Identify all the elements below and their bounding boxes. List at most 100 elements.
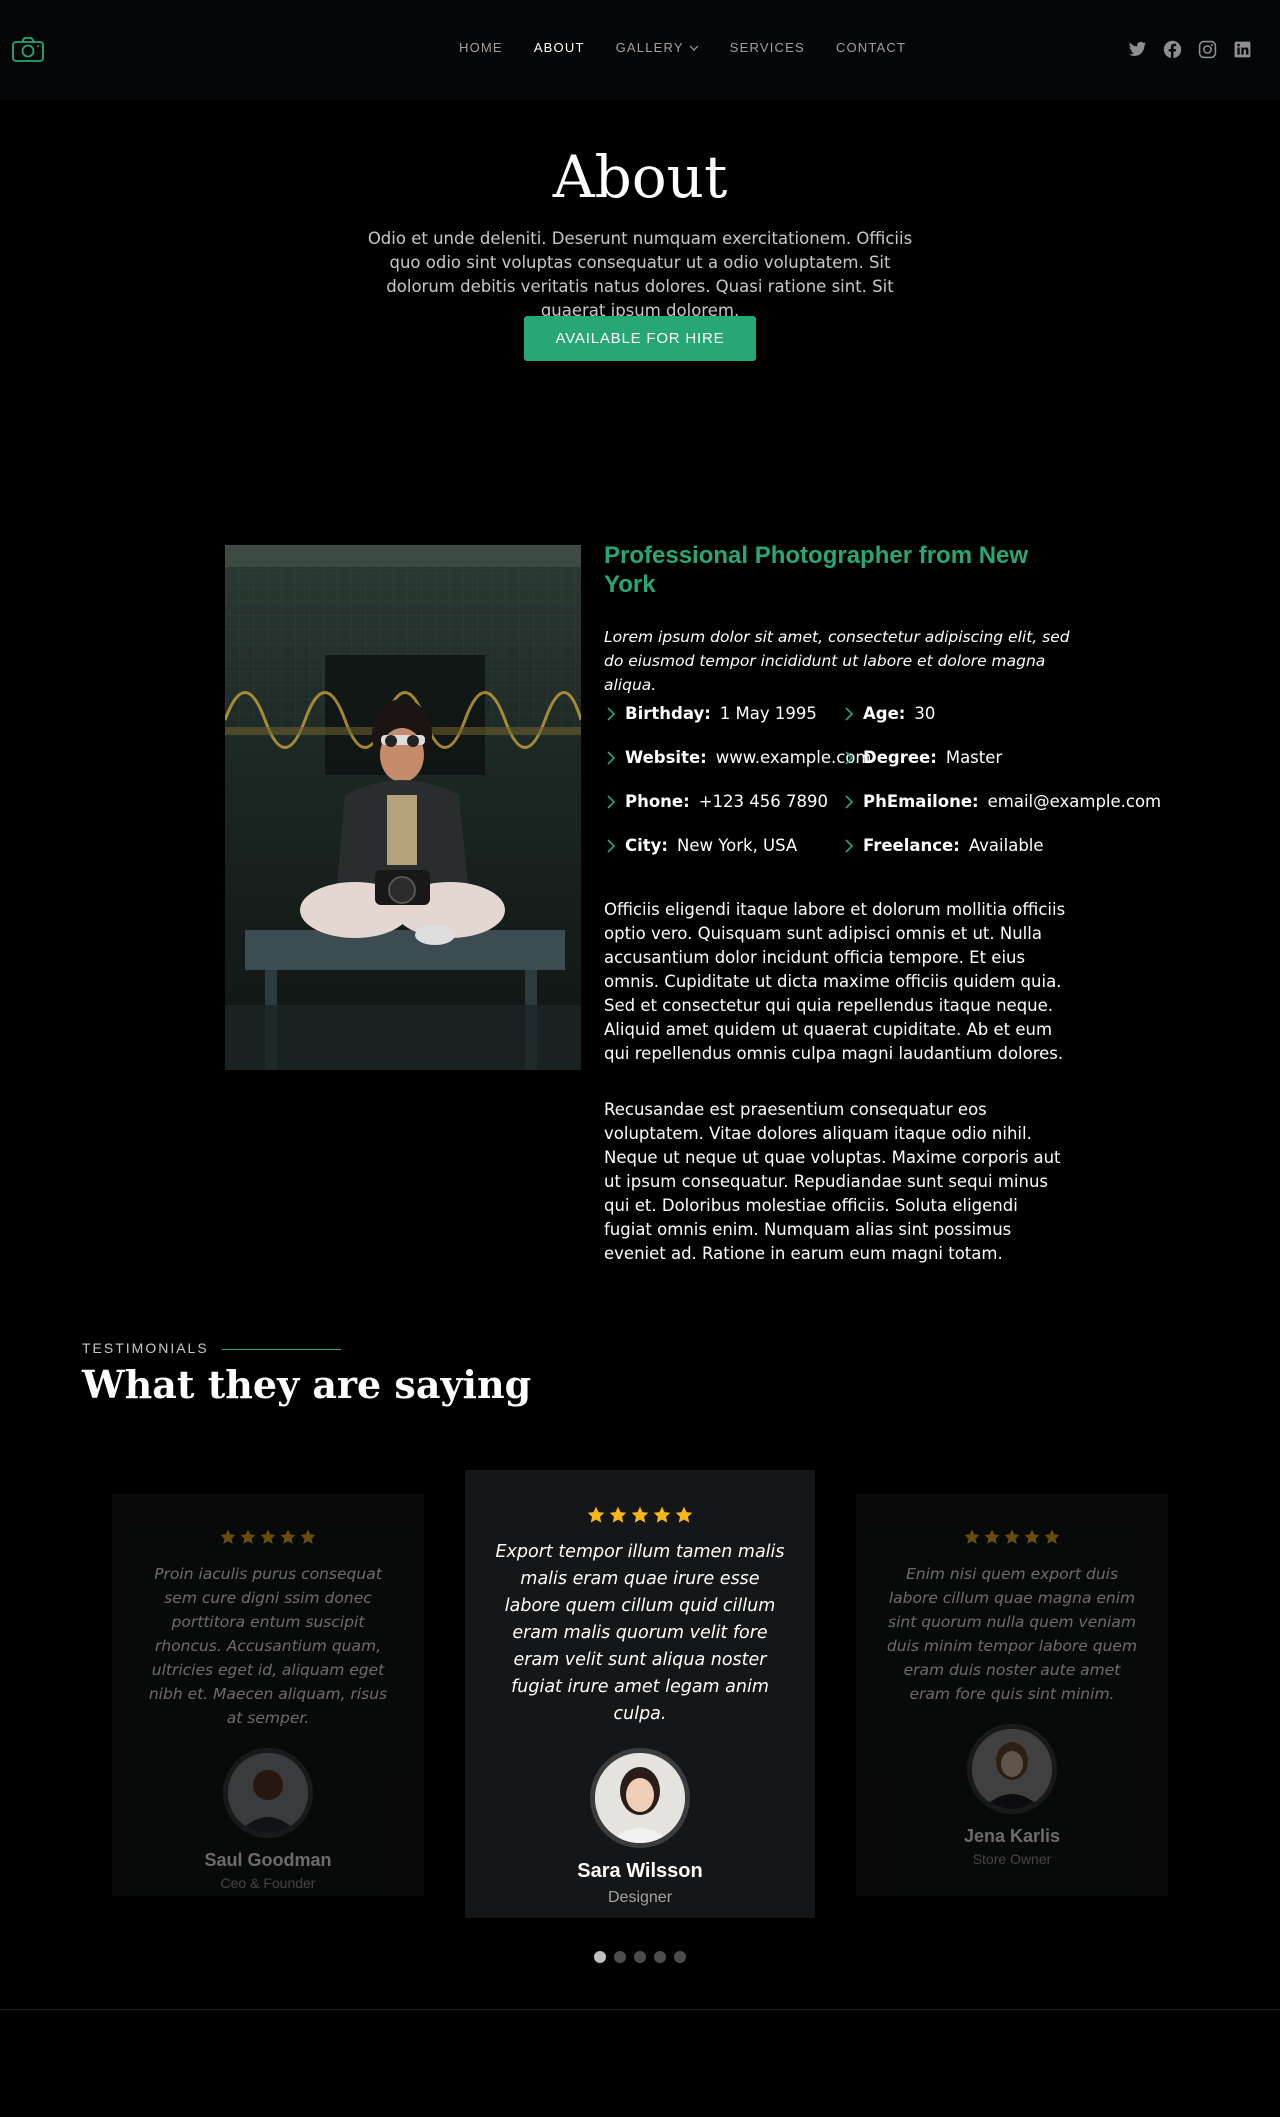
chevron-right-icon <box>607 838 616 853</box>
main-nav: HOME ABOUT GALLERY SERVICES CONTACT <box>459 40 937 55</box>
star-icon <box>631 1506 649 1523</box>
pagination-dot[interactable] <box>614 1951 626 1963</box>
info-birthday: Birthday: 1 May 1995 <box>604 704 817 723</box>
testimonial-quote: Export tempor illum tamen malis malis er… <box>495 1542 785 1724</box>
info-age: Age: 30 <box>842 704 935 723</box>
info-label: Freelance: <box>863 836 960 855</box>
nav-home-label: HOME <box>459 40 503 55</box>
page-title: About <box>552 143 728 211</box>
star-icon <box>964 1529 980 1544</box>
star-icon <box>240 1529 256 1544</box>
rating-stars <box>112 1528 424 1546</box>
about-paragraph-2: Recusandae est praesentium consequatur e… <box>604 1100 1061 1263</box>
rating-stars <box>856 1528 1168 1546</box>
available-for-hire-button[interactable]: AVAILABLE FOR HIRE <box>524 316 756 361</box>
about-paragraph-1: Officiis eligendi itaque labore et dolor… <box>604 900 1066 1063</box>
profile-photo <box>225 545 581 1070</box>
about-lead: Lorem ipsum dolor sit amet, consectetur … <box>604 628 1070 694</box>
chevron-right-icon <box>607 706 616 721</box>
chevron-down-icon <box>689 45 699 51</box>
nav-services[interactable]: SERVICES <box>730 40 805 55</box>
info-label: Phone: <box>625 792 690 811</box>
testimonial-name: Saul Goodman <box>204 1850 332 1870</box>
chevron-right-icon <box>845 706 854 721</box>
pagination-dot[interactable] <box>654 1951 666 1963</box>
nav-services-label: SERVICES <box>729 40 805 55</box>
info-value: New York, USA <box>677 836 798 855</box>
info-value: Available <box>968 836 1044 855</box>
linkedin-icon[interactable] <box>1233 40 1252 59</box>
hero-description: Odio et unde deleniti. Deserunt numquam … <box>367 229 913 320</box>
rating-stars <box>465 1505 815 1525</box>
star-icon <box>260 1529 276 1544</box>
nav-contact[interactable]: CONTACT <box>836 40 906 55</box>
nav-contact-label: CONTACT <box>835 40 907 55</box>
nav-about[interactable]: ABOUT <box>534 40 585 55</box>
social-links <box>1128 40 1268 59</box>
info-label: City: <box>625 836 669 855</box>
footer-divider <box>0 2009 1280 2010</box>
chevron-right-icon <box>607 794 616 809</box>
info-label: PhEmailone: <box>863 792 979 811</box>
star-icon <box>1004 1529 1020 1544</box>
nav-gallery[interactable]: GALLERY <box>616 40 699 55</box>
pagination-dot[interactable] <box>674 1951 686 1963</box>
info-phone: Phone: +123 456 7890 <box>604 792 828 811</box>
info-label: Degree: <box>863 748 937 767</box>
camera-icon[interactable] <box>11 36 45 63</box>
info-freelance: Freelance: Available <box>842 836 1044 855</box>
nav-gallery-label: GALLERY <box>615 40 684 55</box>
section-divider <box>222 1349 341 1350</box>
site-header: HOME ABOUT GALLERY SERVICES CONTACT <box>0 0 1280 100</box>
star-icon <box>653 1506 671 1523</box>
info-email: PhEmailone: email@example.com <box>842 792 1161 811</box>
pagination-dot[interactable] <box>594 1951 606 1963</box>
testimonial-name: Jena Karlis <box>963 1826 1061 1846</box>
chevron-right-icon <box>845 794 854 809</box>
info-label: Birthday: <box>625 704 711 723</box>
testimonial-name: Sara Wilsson <box>577 1860 703 1882</box>
info-label: Age: <box>863 704 906 723</box>
info-city: City: New York, USA <box>604 836 797 855</box>
nav-home[interactable]: HOME <box>459 40 503 55</box>
star-icon <box>609 1506 627 1523</box>
testimonial-role: Store Owner <box>972 1851 1052 1867</box>
testimonial-role: Ceo & Founder <box>220 1875 316 1891</box>
instagram-icon[interactable] <box>1198 40 1217 59</box>
star-icon <box>1024 1529 1040 1544</box>
section-title: What they are saying <box>82 1362 532 1407</box>
star-icon <box>984 1529 1000 1544</box>
info-value: 30 <box>914 704 936 723</box>
avatar <box>223 1748 313 1838</box>
testimonial-card: Enim nisi quem export duis labore cillum… <box>856 1494 1168 1896</box>
twitter-icon[interactable] <box>1128 40 1147 59</box>
pagination-dot[interactable] <box>634 1951 646 1963</box>
info-value: 1 May 1995 <box>719 704 817 723</box>
star-icon <box>220 1529 236 1544</box>
star-icon <box>587 1506 605 1523</box>
info-value: +123 456 7890 <box>698 792 829 811</box>
section-label: TESTIMONIALS <box>82 1340 209 1356</box>
star-icon <box>675 1506 693 1523</box>
star-icon <box>300 1529 316 1544</box>
testimonial-quote: Proin iaculis purus consequat sem cure d… <box>148 1565 388 1727</box>
testimonial-role: Designer <box>607 1889 673 1906</box>
info-website: Website: www.example.com <box>604 748 872 767</box>
info-degree: Degree: Master <box>842 748 1002 767</box>
chevron-right-icon <box>607 750 616 765</box>
info-value: email@example.com <box>987 792 1162 811</box>
testimonial-card-active: Export tempor illum tamen malis malis er… <box>465 1470 815 1918</box>
testimonial-quote: Enim nisi quem export duis labore cillum… <box>886 1565 1138 1703</box>
chevron-right-icon <box>845 750 854 765</box>
avatar <box>590 1748 690 1848</box>
nav-about-label: ABOUT <box>533 40 585 55</box>
star-icon <box>1044 1529 1060 1544</box>
star-icon <box>280 1529 296 1544</box>
avatar <box>967 1724 1057 1814</box>
facebook-icon[interactable] <box>1163 40 1182 59</box>
info-label: Website: <box>625 748 707 767</box>
info-value: Master <box>945 748 1003 767</box>
testimonial-card: Proin iaculis purus consequat sem cure d… <box>112 1494 424 1896</box>
carousel-pagination <box>594 1951 686 1963</box>
about-heading: Professional Photographer from New York <box>604 542 1029 598</box>
